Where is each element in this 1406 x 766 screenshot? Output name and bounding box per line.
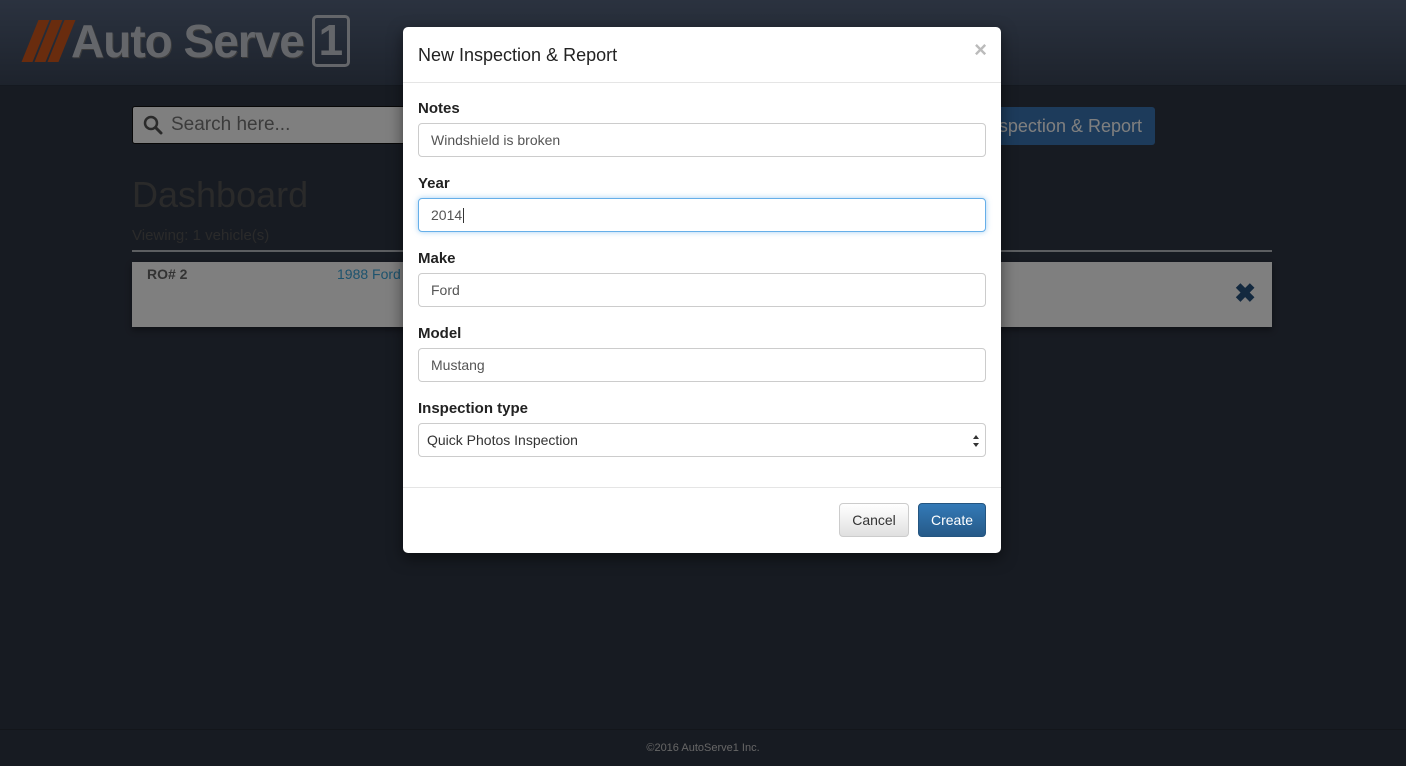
notes-value: Windshield is broken [431,132,561,148]
year-value: 2014 [431,207,463,223]
modal-body: Notes Windshield is broken Year 2014 Mak… [403,83,1001,488]
create-button[interactable]: Create [918,503,986,537]
make-label: Make [418,250,456,267]
cancel-button[interactable]: Cancel [839,503,909,537]
new-inspection-modal: New Inspection & Report × Notes Windshie… [403,27,1001,553]
model-value: Mustang [431,357,485,373]
inspection-type-value: Quick Photos Inspection [427,432,578,448]
inspection-type-label: Inspection type [418,400,529,417]
make-value: Ford [431,282,460,298]
year-label: Year [418,175,450,192]
year-field[interactable]: 2014 [418,198,986,232]
modal-header: New Inspection & Report × [403,27,1001,83]
text-caret [463,207,465,223]
modal-footer: Cancel Create [403,488,1001,552]
notes-label: Notes [418,100,460,117]
model-field[interactable]: Mustang [418,348,986,382]
inspection-type-select[interactable]: Quick Photos Inspection [418,423,986,457]
close-icon[interactable]: × [974,39,987,61]
model-label: Model [418,325,462,342]
notes-field[interactable]: Windshield is broken [418,123,986,157]
select-arrows-icon [973,435,979,447]
modal-title: New Inspection & Report [418,45,618,65]
make-field[interactable]: Ford [418,273,986,307]
